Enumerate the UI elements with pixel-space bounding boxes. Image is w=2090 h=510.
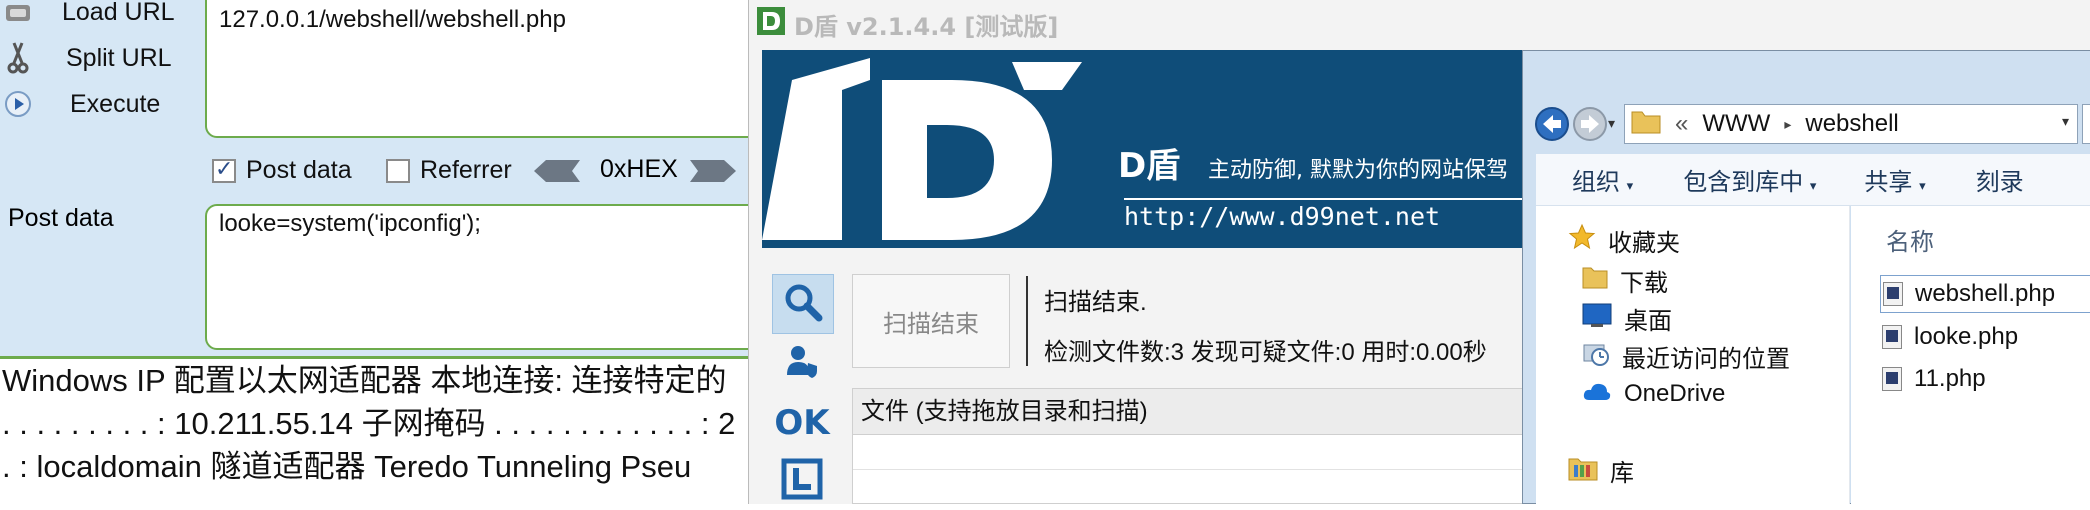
dshield-titlebar: D盾 v2.1.4.4 [测试版] [756,6,1058,42]
scan-status-text: 扫描结束. [1044,289,1147,316]
execute-button[interactable]: Execute [0,84,160,124]
hex-decrease-arrow-icon[interactable] [534,158,580,184]
post-data-checkbox[interactable]: Post data [212,156,352,185]
share-menu[interactable]: 共享 ▾ [1864,162,1925,197]
execute-label: Execute [70,89,161,118]
post-data-check[interactable] [212,156,236,183]
post-data-value: looke=system('ipconfig'); [219,210,481,237]
tools-button[interactable] [772,452,832,510]
address-bar[interactable]: « WWW ▸ webshell ▾ [1624,104,2078,144]
dshield-slogan: 主动防御, 默默为你的网站保驾 [1208,158,1508,183]
forward-arrow-icon [1573,107,1607,141]
referrer-checkbox[interactable]: Referrer [386,156,512,185]
url-textarea[interactable]: 127.0.0.1/webshell/webshell.php [205,0,765,138]
file-looke-php[interactable]: looke.php [1882,318,2018,356]
hex-increase-arrow-icon[interactable] [690,158,736,184]
back-arrow-icon [1535,107,1569,141]
path-overflow[interactable]: « [1675,110,1688,138]
history-dropdown-icon[interactable]: ▾ [1608,116,1615,132]
scan-end-button[interactable]: 扫描结束 [852,274,1010,368]
hex-label: 0xHEX [600,155,678,183]
php-file-icon [1883,282,1903,306]
column-header-name[interactable]: 名称 [1886,222,1934,257]
breadcrumb-www[interactable]: WWW [1702,110,1770,138]
referrer-check[interactable] [386,158,410,183]
split-url-label: Split URL [66,43,172,72]
magnifier-icon [782,281,824,327]
navigation-pane: 收藏夹 下载 桌面 最近访问的位置 OneDrive 库 [1536,206,1850,504]
post-data-textarea[interactable]: looke=system('ipconfig'); [205,204,765,350]
php-file-icon [1882,325,1902,349]
recent-places-icon [1582,339,1610,374]
scan-stats-text: 检测文件数:3 发现可疑文件:0 用时:0.00秒 [1044,339,1487,366]
status-separator [1026,276,1028,366]
post-data-checkbox-label: Post data [246,156,352,184]
library-icon [1568,453,1598,488]
output-line: . : localdomain 隧道适配器 Teredo Tunneling P… [2,449,692,484]
chevron-down-icon: ▾ [1626,178,1634,193]
folder-icon [1582,264,1608,297]
dshield-logo-icon [756,6,786,42]
file-webshell-php[interactable]: webshell.php [1880,275,2090,313]
process-button[interactable] [772,334,832,392]
scissors-icon [2,42,34,74]
desktop-icon [1582,303,1612,334]
file-11-php[interactable]: 11.php [1882,360,1986,398]
dshield-side-toolbar: OK [770,270,834,504]
scan-search-button[interactable] [772,274,834,334]
dshield-url: http://www.d99net.net [1124,202,1441,231]
organize-menu[interactable]: 组织 ▾ [1572,162,1633,197]
back-button[interactable] [1534,106,1570,146]
output-line: . . . . . . . . . : 10.211.55.14 子网掩码 . … [2,406,736,441]
window-icon [781,458,823,504]
output-line: Windows IP 配置以太网适配器 本地连接: 连接特定的 [2,363,727,398]
dshield-big-d-logo-icon [762,58,1082,240]
explorer-toolbar: 组织 ▾ 包含到库中 ▾ 共享 ▾ 刻录 [1536,154,2090,206]
referrer-checkbox-label: Referrer [420,156,512,184]
star-icon [1568,223,1596,258]
refresh-button[interactable] [2082,104,2090,144]
load-url-label: Load URL [62,0,175,26]
post-data-label: Post data [8,204,114,232]
nav-favorites[interactable]: 收藏夹 [1568,222,1680,258]
burn-button[interactable]: 刻录 [1976,162,2024,197]
php-file-icon [1882,367,1902,391]
dshield-title: D盾 v2.1.4.4 [测试版] [794,12,1059,41]
command-output: Windows IP 配置以太网适配器 本地连接: 连接特定的 . . . . … [0,356,748,504]
play-icon [2,88,34,120]
chevron-down-icon: ▾ [1919,178,1926,193]
nav-downloads[interactable]: 下载 [1582,262,1668,298]
load-url-button[interactable]: Load URL [0,0,175,32]
nav-onedrive[interactable]: OneDrive [1582,376,1725,412]
dshield-brand: D盾 [1118,146,1181,186]
chevron-right-icon[interactable]: ▸ [1784,116,1791,133]
banner-divider [1124,198,1524,200]
nav-recent[interactable]: 最近访问的位置 [1582,338,1790,374]
chevron-down-icon: ▾ [1809,178,1817,193]
breadcrumb-webshell[interactable]: webshell [1805,110,1898,138]
split-url-button[interactable]: Split URL [0,38,172,78]
url-value: 127.0.0.1/webshell/webshell.php [219,6,566,33]
cloud-icon [1582,380,1612,409]
load-url-icon [2,0,34,28]
nav-desktop[interactable]: 桌面 [1582,300,1672,336]
forward-button[interactable] [1572,106,1608,146]
include-library-menu[interactable]: 包含到库中 ▾ [1683,162,1816,197]
folder-icon [1631,108,1661,141]
nav-libraries[interactable]: 库 [1568,452,1634,488]
hackbar-panel: Load URL Split URL Execute 127.0.0.1/web… [0,0,765,356]
address-dropdown-icon[interactable]: ▾ [2062,113,2069,130]
ok-button[interactable]: OK [772,394,832,452]
user-shield-icon [784,343,820,383]
